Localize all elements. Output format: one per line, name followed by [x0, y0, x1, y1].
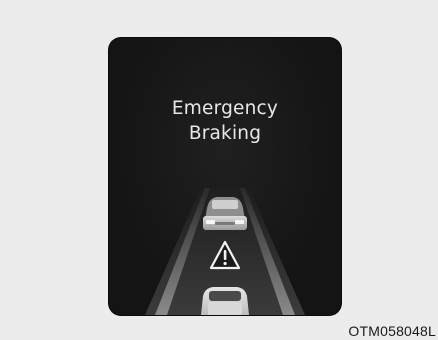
own-car-icon	[201, 287, 249, 315]
cluster-display: Emergency Braking	[109, 38, 341, 315]
road-scene	[145, 188, 305, 315]
figure-code: OTM058048L	[348, 323, 436, 339]
car-ahead-icon	[203, 197, 247, 235]
